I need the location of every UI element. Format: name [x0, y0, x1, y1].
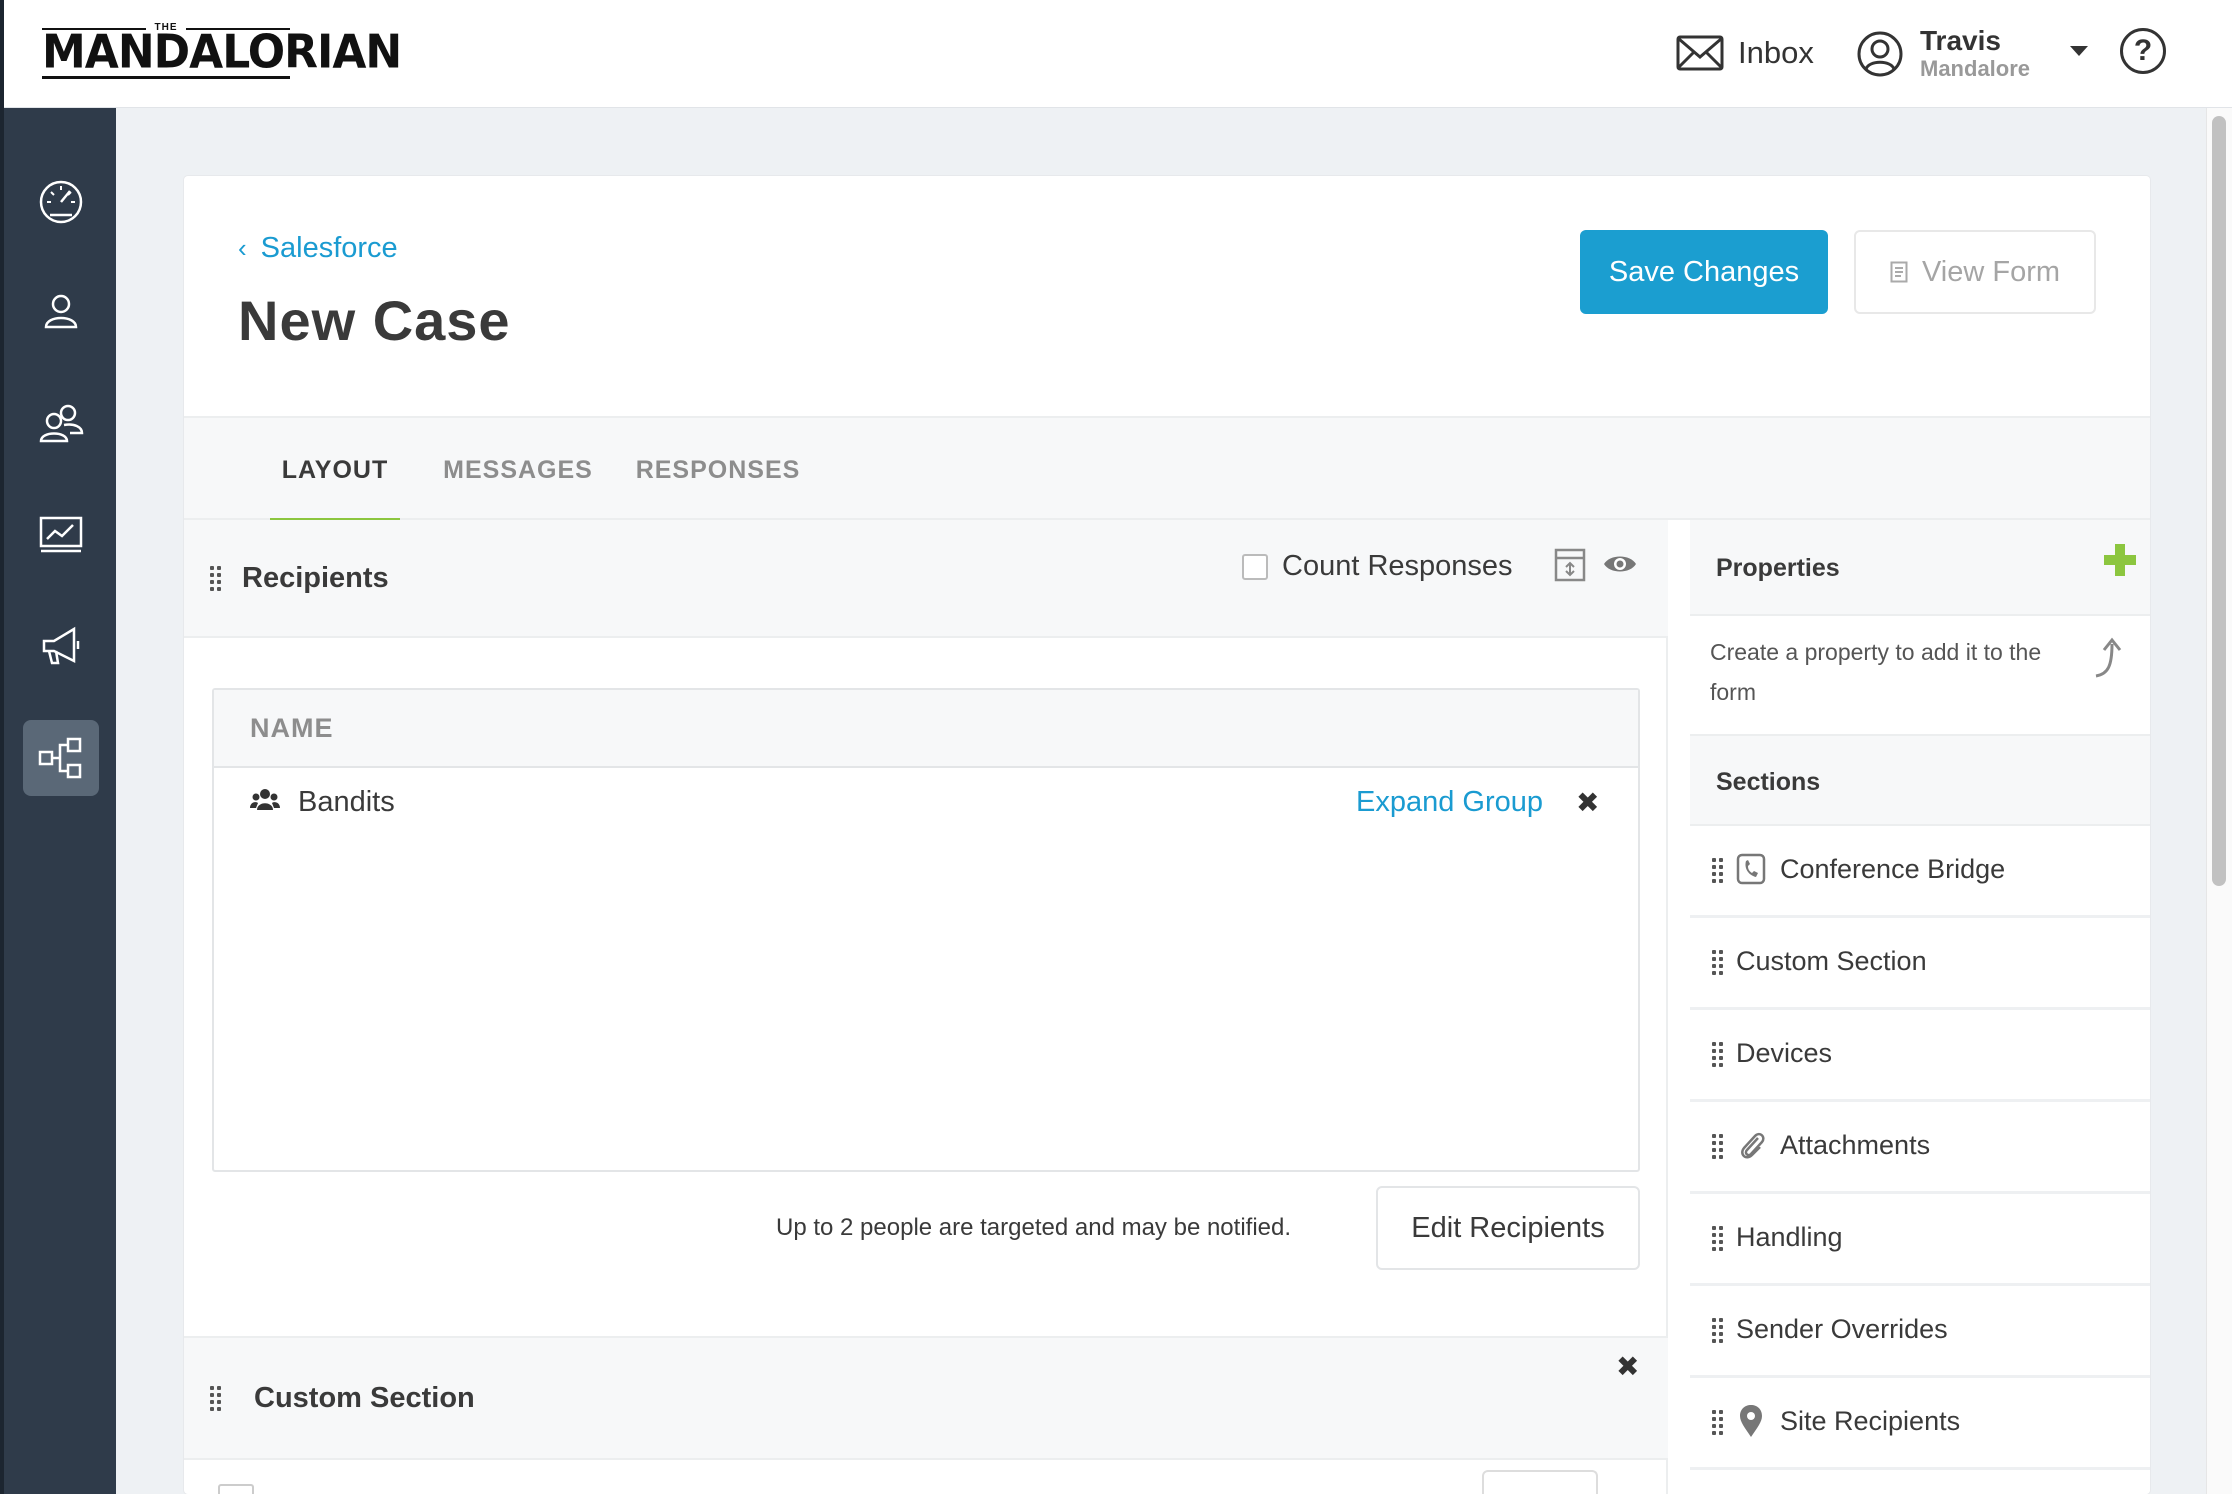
section-label: Sender Overrides [1736, 1314, 1948, 1344]
tab-responses[interactable]: RESPONSES [630, 418, 806, 522]
count-responses-label: Count Responses [1282, 550, 1513, 582]
top-header: THE MANDALORIAN Inbox Travis Mandalore ? [0, 0, 2232, 108]
section-label: Attachments [1780, 1130, 1931, 1160]
section-label: Devices [1736, 1038, 1833, 1068]
user-name: Travis [1920, 25, 2001, 56]
paperclip-icon [1741, 1132, 1765, 1159]
drag-handle-icon[interactable] [1712, 950, 1724, 976]
count-responses-checkbox[interactable] [1242, 553, 1268, 580]
logo-word: MANDALORIAN [42, 25, 402, 80]
mandalorian-logo[interactable]: THE MANDALORIAN [42, 22, 402, 80]
sections-header: Sections [1690, 734, 2150, 826]
sidebar-item-dashboard[interactable] [23, 162, 99, 238]
targeted-count-text: Up to 2 people are targeted and may be n… [776, 1214, 1292, 1241]
envelope-icon [1676, 35, 1724, 71]
section-item-sender-overrides[interactable]: Sender Overrides [1690, 1286, 2150, 1378]
logo-underline [42, 76, 290, 79]
add-property-plus-icon[interactable] [2102, 542, 2138, 578]
form-layout-column: Recipients Count Responses NAME Bandits … [184, 520, 1668, 1494]
properties-panel: Properties Create a property to add it t… [1690, 520, 2150, 1494]
recipient-name: Bandits [298, 785, 395, 818]
view-form-button[interactable]: View Form [1854, 230, 2096, 314]
sidebar-item-integrations[interactable] [23, 720, 99, 796]
recipients-section-header: Recipients Count Responses [184, 520, 1668, 638]
properties-header: Properties [1690, 520, 2150, 616]
edit-recipients-button[interactable]: Edit Recipients [1376, 1186, 1640, 1270]
main-card: ‹ Salesforce New Case Save Changes View … [184, 176, 2150, 1494]
expand-group-link[interactable]: Expand Group [1356, 786, 1543, 819]
section-label: Handling [1736, 1222, 1843, 1252]
sections-title: Sections [1716, 768, 1821, 796]
drag-handle-icon[interactable] [1712, 1318, 1724, 1344]
scrollbar-thumb[interactable] [2212, 116, 2226, 886]
drag-handle-icon[interactable] [210, 566, 222, 592]
inbox-label: Inbox [1738, 35, 1814, 70]
custom-section-header: Custom Section ✖ [184, 1336, 1668, 1460]
map-pin-icon [1740, 1405, 1762, 1437]
section-item-conference-bridge[interactable]: Conference Bridge [1690, 826, 2150, 918]
section-label: Site Recipients [1780, 1406, 1961, 1436]
view-form-label: View Form [1921, 255, 2061, 288]
tab-layout[interactable]: LAYOUT [270, 418, 400, 524]
section-item-site-recipients[interactable]: Site Recipients [1690, 1378, 2150, 1470]
properties-description: Create a property to add it to the form [1710, 639, 2042, 705]
drag-handle-icon[interactable] [1712, 1134, 1724, 1160]
phone-icon [1736, 853, 1766, 885]
section-item-custom-section[interactable]: Custom Section [1690, 918, 2150, 1010]
sidebar-item-broadcast[interactable] [23, 608, 99, 684]
user-menu[interactable]: Travis Mandalore [1856, 24, 2030, 84]
reports-chart-icon [39, 516, 83, 553]
groups-icon [39, 404, 84, 443]
dashboard-gauge-icon [39, 180, 83, 224]
help-button[interactable]: ? [2120, 28, 2166, 74]
tab-bar: LAYOUT MESSAGES RESPONSES [184, 416, 2150, 524]
chevron-left-icon: ‹ [238, 233, 247, 263]
user-icon [44, 294, 78, 329]
document-icon [1890, 261, 1908, 283]
section-item-devices[interactable]: Devices [1690, 1010, 2150, 1102]
page-title: New Case [238, 289, 511, 352]
sidebar-nav [4, 108, 116, 1494]
group-icon [250, 789, 280, 810]
drag-handle-icon[interactable] [1712, 858, 1724, 884]
curved-arrow-up-icon [2095, 637, 2122, 678]
remove-section-icon[interactable]: ✖ [1616, 1350, 1639, 1383]
table-row: Bandits Expand Group ✖ [214, 770, 1638, 834]
workflow-icon [38, 737, 82, 779]
recipients-title: Recipients [242, 562, 389, 594]
sidebar-item-reports[interactable] [23, 496, 99, 572]
count-responses-toggle[interactable]: Count Responses [1242, 550, 1513, 583]
eye-icon[interactable] [1602, 552, 1638, 576]
drag-handle-icon[interactable] [1712, 1226, 1724, 1252]
section-label: Conference Bridge [1780, 854, 2006, 884]
custom-field-checkbox[interactable] [218, 1484, 254, 1494]
recipients-table: NAME Bandits Expand Group ✖ [212, 688, 1640, 1172]
drag-handle-icon[interactable] [1712, 1410, 1724, 1436]
inbox-button[interactable]: Inbox [1676, 30, 1814, 76]
user-text: Travis Mandalore [1920, 26, 2030, 82]
save-changes-button[interactable]: Save Changes [1580, 230, 1828, 314]
custom-field-control[interactable] [1482, 1470, 1598, 1494]
breadcrumb-label: Salesforce [260, 232, 398, 264]
custom-section-title: Custom Section [254, 1382, 475, 1414]
tab-messages[interactable]: MESSAGES [438, 418, 598, 522]
sidebar-item-groups[interactable] [23, 386, 99, 462]
drag-handle-icon[interactable] [1712, 1042, 1724, 1068]
section-item-handling[interactable]: Handling [1690, 1194, 2150, 1286]
remove-recipient-icon[interactable]: ✖ [1576, 786, 1599, 819]
properties-title: Properties [1716, 554, 1840, 582]
user-menu-caret-icon[interactable] [2070, 46, 2088, 56]
sidebar-item-users[interactable] [23, 274, 99, 350]
megaphone-icon [42, 626, 80, 665]
drag-handle-icon[interactable] [210, 1386, 222, 1412]
section-label: Custom Section [1736, 946, 1927, 976]
table-header-name: NAME [214, 690, 1638, 768]
user-avatar-icon [1857, 31, 1903, 77]
collapse-section-icon[interactable] [1554, 548, 1586, 582]
section-item-attachments[interactable]: Attachments [1690, 1102, 2150, 1194]
user-location: Mandalore [1920, 56, 2031, 81]
breadcrumb[interactable]: ‹ Salesforce [238, 232, 398, 265]
